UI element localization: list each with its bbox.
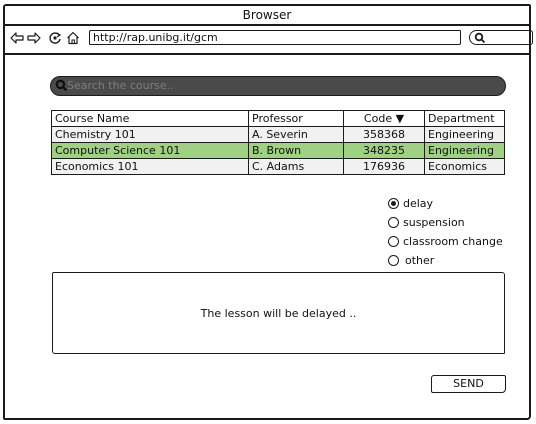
radio-label: other bbox=[405, 254, 435, 267]
cell-course-name: Economics 101 bbox=[51, 158, 249, 175]
message-textarea[interactable]: The lesson will be delayed .. bbox=[52, 272, 505, 354]
column-header-code-label: Code bbox=[363, 112, 393, 125]
cell-course-name: Computer Science 101 bbox=[51, 142, 249, 159]
column-header-code[interactable]: Code ▼ bbox=[343, 110, 425, 127]
forward-arrow-icon[interactable] bbox=[27, 31, 41, 45]
table-row[interactable]: Economics 101 C. Adams 176936 Economics bbox=[51, 158, 505, 175]
course-search-bar[interactable] bbox=[50, 76, 506, 96]
back-arrow-icon[interactable] bbox=[10, 31, 24, 45]
cell-code: 176936 bbox=[343, 158, 425, 175]
radio-option-other[interactable]: other bbox=[388, 251, 503, 270]
cell-department: Engineering bbox=[424, 126, 505, 143]
cell-department: Economics bbox=[424, 158, 505, 175]
radio-button[interactable] bbox=[388, 217, 399, 228]
table-header-row: Course Name Professor Code ▼ Department bbox=[51, 110, 505, 127]
cell-code: 358368 bbox=[343, 126, 425, 143]
cell-professor: B. Brown bbox=[248, 142, 344, 159]
browser-toolbar: http://rap.unibg.it/gcm bbox=[5, 26, 533, 56]
radio-button-checked[interactable] bbox=[388, 198, 399, 209]
course-table: Course Name Professor Code ▼ Department … bbox=[51, 110, 505, 175]
column-header-course-name[interactable]: Course Name bbox=[51, 110, 249, 127]
radio-button[interactable] bbox=[388, 236, 399, 247]
radio-button[interactable] bbox=[388, 255, 399, 266]
sort-descending-icon: ▼ bbox=[395, 112, 405, 125]
radio-label: delay bbox=[403, 197, 434, 210]
radio-option-suspension[interactable]: suspension bbox=[388, 213, 503, 232]
reason-radio-group: delay suspension classroom change other bbox=[388, 194, 503, 270]
course-search-input[interactable] bbox=[67, 78, 487, 93]
toolbar-divider bbox=[5, 53, 529, 55]
url-bar[interactable]: http://rap.unibg.it/gcm bbox=[89, 30, 461, 45]
table-row[interactable]: Chemistry 101 A. Severin 358368 Engineer… bbox=[51, 126, 505, 143]
cell-code: 348235 bbox=[343, 142, 425, 159]
reload-icon[interactable] bbox=[48, 31, 62, 45]
radio-label: suspension bbox=[403, 216, 465, 229]
column-header-department[interactable]: Department bbox=[424, 110, 505, 127]
cell-professor: A. Severin bbox=[248, 126, 344, 143]
message-text: The lesson will be delayed .. bbox=[200, 306, 357, 320]
home-icon[interactable] bbox=[66, 31, 80, 45]
cell-course-name: Chemistry 101 bbox=[51, 126, 249, 143]
radio-option-delay[interactable]: delay bbox=[388, 194, 503, 213]
window-title: Browser bbox=[5, 6, 529, 26]
send-button[interactable]: SEND bbox=[431, 375, 506, 393]
cell-department: Engineering bbox=[424, 142, 505, 159]
radio-option-classroom-change[interactable]: classroom change bbox=[388, 232, 503, 251]
toolbar-search-field[interactable] bbox=[469, 30, 533, 45]
cell-professor: C. Adams bbox=[248, 158, 344, 175]
table-row-selected[interactable]: Computer Science 101 B. Brown 348235 Eng… bbox=[51, 142, 505, 159]
search-icon bbox=[474, 32, 486, 44]
column-header-professor[interactable]: Professor bbox=[248, 110, 344, 127]
radio-label: classroom change bbox=[403, 235, 503, 248]
